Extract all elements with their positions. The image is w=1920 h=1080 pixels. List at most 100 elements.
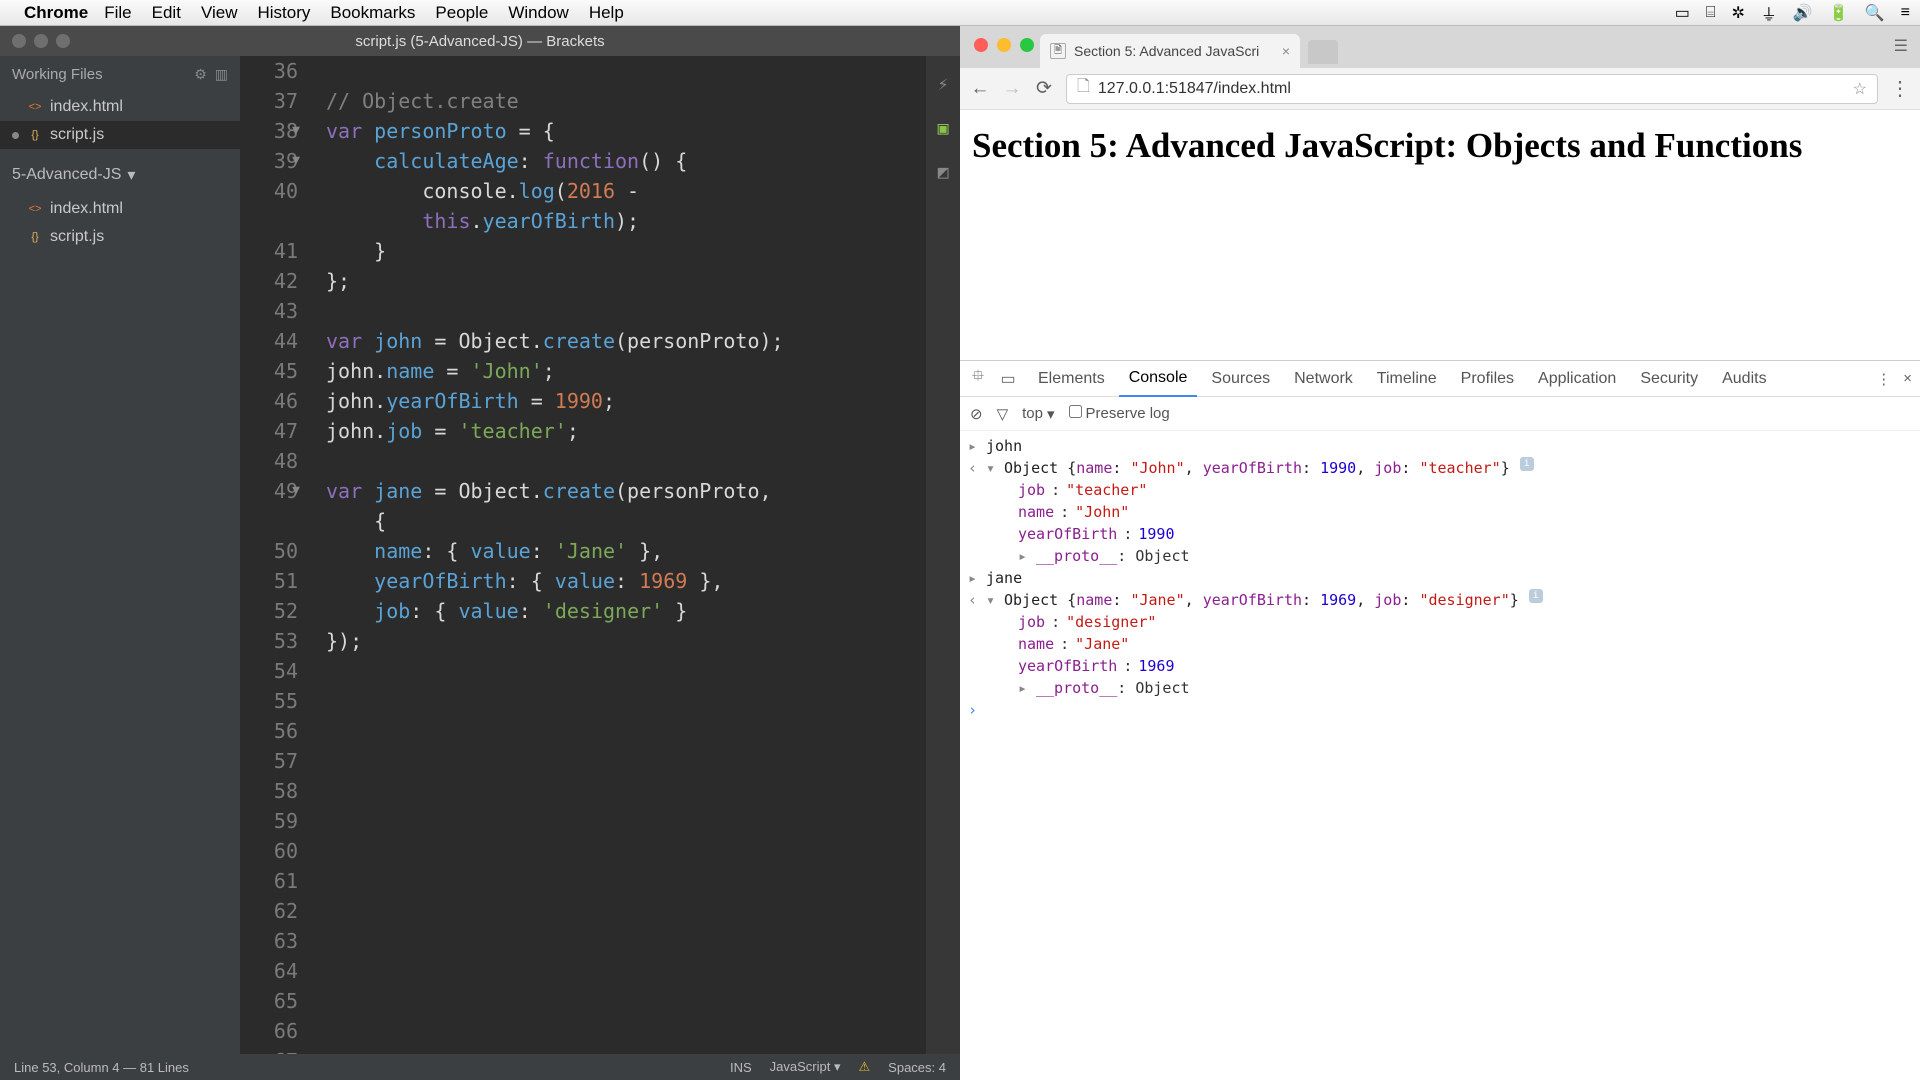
- language-mode[interactable]: JavaScript ▾: [770, 1059, 841, 1075]
- plugin-icon[interactable]: ◩: [938, 158, 949, 188]
- console-output[interactable]: ▸ john ‹ ▾ Object {name: "John", yearOfBir…: [960, 431, 1920, 1080]
- devtools-menu-icon[interactable]: ⋮: [1876, 370, 1891, 388]
- chrome-menu-icon[interactable]: ⋮: [1890, 76, 1910, 101]
- warning-icon[interactable]: ⚠: [859, 1059, 871, 1075]
- devtools-tab-profiles[interactable]: Profiles: [1451, 362, 1524, 396]
- console-entry[interactable]: jane: [986, 567, 1022, 589]
- console-property[interactable]: job: "designer": [968, 611, 1912, 633]
- console-entry[interactable]: john: [986, 435, 1022, 457]
- inspect-icon[interactable]: ⯐: [968, 365, 988, 392]
- console-property[interactable]: job: "teacher": [968, 479, 1912, 501]
- menu-edit[interactable]: Edit: [152, 3, 181, 22]
- device-icon[interactable]: ▭: [998, 369, 1018, 389]
- devtools-tabs: ⯐ ▭ ElementsConsoleSourcesNetworkTimelin…: [960, 361, 1920, 397]
- console-object-summary[interactable]: Object {name: "Jane", yearOfBirth: 1969,…: [1004, 589, 1519, 611]
- file-name: script.js: [50, 126, 104, 144]
- page-heading: Section 5: Advanced JavaScript: Objects …: [972, 126, 1908, 166]
- indent-setting[interactable]: Spaces: 4: [888, 1060, 946, 1075]
- code-editor[interactable]: 363738▼39▼40414243444546474849▼505152535…: [240, 56, 960, 1054]
- menu-icon[interactable]: ≡: [1901, 4, 1910, 22]
- html-file-icon: <>: [28, 202, 42, 216]
- bookmark-star-icon[interactable]: ☆: [1853, 79, 1867, 99]
- chevron-down-icon: ▾: [1047, 405, 1055, 423]
- devtools-tab-sources[interactable]: Sources: [1201, 362, 1280, 396]
- menu-people[interactable]: People: [435, 3, 488, 22]
- wifi-icon[interactable]: ⏚: [1761, 1, 1777, 25]
- expand-arrow-icon[interactable]: ▸: [1018, 545, 1030, 567]
- console-object-summary[interactable]: Object {name: "John", yearOfBirth: 1990,…: [1004, 457, 1510, 479]
- brackets-sidebar: Working Files ⚙▥ <>index.html{}script.js…: [0, 56, 240, 1054]
- collapse-arrow-icon[interactable]: ▾: [986, 589, 998, 611]
- page-viewport: Section 5: Advanced JavaScript: Objects …: [960, 110, 1920, 182]
- clear-console-icon[interactable]: ⊘: [970, 405, 983, 423]
- filter-icon[interactable]: ▽: [997, 405, 1009, 423]
- devtools-close-icon[interactable]: ×: [1903, 370, 1912, 388]
- bluetooth-icon[interactable]: ✲: [1731, 3, 1744, 23]
- console-property[interactable]: name: "John": [968, 501, 1912, 523]
- collapse-arrow-icon[interactable]: ▾: [986, 457, 998, 479]
- file-script.js[interactable]: {}script.js: [0, 223, 240, 251]
- spotlight-icon[interactable]: 🔍: [1865, 3, 1885, 23]
- volume-icon[interactable]: 🔊: [1793, 3, 1813, 23]
- menu-history[interactable]: History: [257, 3, 310, 22]
- new-tab-button[interactable]: [1308, 40, 1338, 64]
- menu-file[interactable]: File: [104, 3, 131, 22]
- menu-bookmarks[interactable]: Bookmarks: [330, 3, 415, 22]
- url-text: 127.0.0.1:51847/index.html: [1098, 80, 1291, 98]
- insert-mode[interactable]: INS: [730, 1060, 752, 1075]
- brackets-traffic-lights[interactable]: [12, 34, 70, 48]
- expand-arrow-icon[interactable]: ▸: [1018, 677, 1030, 699]
- chrome-window: 🗎 Section 5: Advanced JavaScri × ☰ ← → ⟳…: [960, 26, 1920, 1080]
- console-property[interactable]: yearOfBirth: 1969: [968, 655, 1912, 677]
- chrome-traffic-lights[interactable]: [974, 38, 1034, 52]
- tab-title: Section 5: Advanced JavaScri: [1074, 43, 1259, 59]
- reload-button[interactable]: ⟳: [1034, 77, 1054, 100]
- context-selector[interactable]: top ▾: [1022, 405, 1054, 423]
- display-icon[interactable]: ▭: [1675, 3, 1690, 23]
- working-files-header[interactable]: Working Files ⚙ ▥: [0, 56, 240, 93]
- expand-arrow-icon[interactable]: ▸: [968, 435, 980, 457]
- devtools-tab-elements[interactable]: Elements: [1028, 362, 1115, 396]
- profile-icon[interactable]: ☰: [1894, 36, 1908, 56]
- devtools-tab-application[interactable]: Application: [1528, 362, 1626, 396]
- expand-arrow-icon[interactable]: ▸: [968, 567, 980, 589]
- back-button[interactable]: ←: [970, 78, 990, 100]
- address-bar[interactable]: 🗋 127.0.0.1:51847/index.html ☆: [1066, 74, 1878, 104]
- airplay-icon[interactable]: ⌸: [1706, 4, 1716, 22]
- menu-window[interactable]: Window: [508, 3, 568, 22]
- favicon-icon: 🗎: [1050, 43, 1066, 59]
- project-header[interactable]: 5-Advanced-JS ▾: [0, 155, 240, 195]
- menu-help[interactable]: Help: [589, 3, 624, 22]
- devtools-tab-audits[interactable]: Audits: [1712, 362, 1776, 396]
- info-icon[interactable]: i: [1529, 589, 1543, 603]
- console-property[interactable]: yearOfBirth: 1990: [968, 523, 1912, 545]
- menu-view[interactable]: View: [201, 3, 238, 22]
- battery-icon[interactable]: 🔋: [1829, 3, 1849, 23]
- live-preview-icon[interactable]: ⚡: [938, 70, 949, 100]
- working-files-label: Working Files: [12, 66, 103, 83]
- output-arrow-icon: ‹: [968, 589, 980, 611]
- project-name: 5-Advanced-JS: [12, 166, 121, 184]
- devtools-tab-timeline[interactable]: Timeline: [1367, 362, 1447, 396]
- devtools-tab-security[interactable]: Security: [1630, 362, 1708, 396]
- preserve-log-checkbox[interactable]: Preserve log: [1069, 405, 1170, 422]
- file-name: index.html: [50, 200, 123, 218]
- file-index.html[interactable]: <>index.html: [0, 93, 240, 121]
- brackets-title: script.js (5-Advanced-JS) — Brackets: [355, 33, 604, 50]
- console-prompt-icon[interactable]: ›: [968, 699, 980, 721]
- js-file-icon: {}: [28, 230, 42, 244]
- browser-tab[interactable]: 🗎 Section 5: Advanced JavaScri ×: [1040, 34, 1300, 68]
- info-icon[interactable]: i: [1520, 457, 1534, 471]
- console-toolbar: ⊘ ▽ top ▾ Preserve log: [960, 397, 1920, 431]
- extension-icon[interactable]: ▣: [938, 114, 949, 144]
- file-index.html[interactable]: <> index.html: [0, 195, 240, 223]
- devtools-tab-console[interactable]: Console: [1119, 361, 1198, 397]
- gear-icon[interactable]: ⚙: [194, 66, 207, 83]
- close-tab-icon[interactable]: ×: [1282, 43, 1290, 59]
- console-property[interactable]: name: "Jane": [968, 633, 1912, 655]
- cursor-position: Line 53, Column 4 — 81 Lines: [14, 1060, 189, 1075]
- devtools-tab-network[interactable]: Network: [1284, 362, 1363, 396]
- split-icon[interactable]: ▥: [215, 66, 228, 83]
- file-script.js[interactable]: {}script.js: [0, 121, 240, 149]
- active-app-name[interactable]: Chrome: [24, 3, 88, 23]
